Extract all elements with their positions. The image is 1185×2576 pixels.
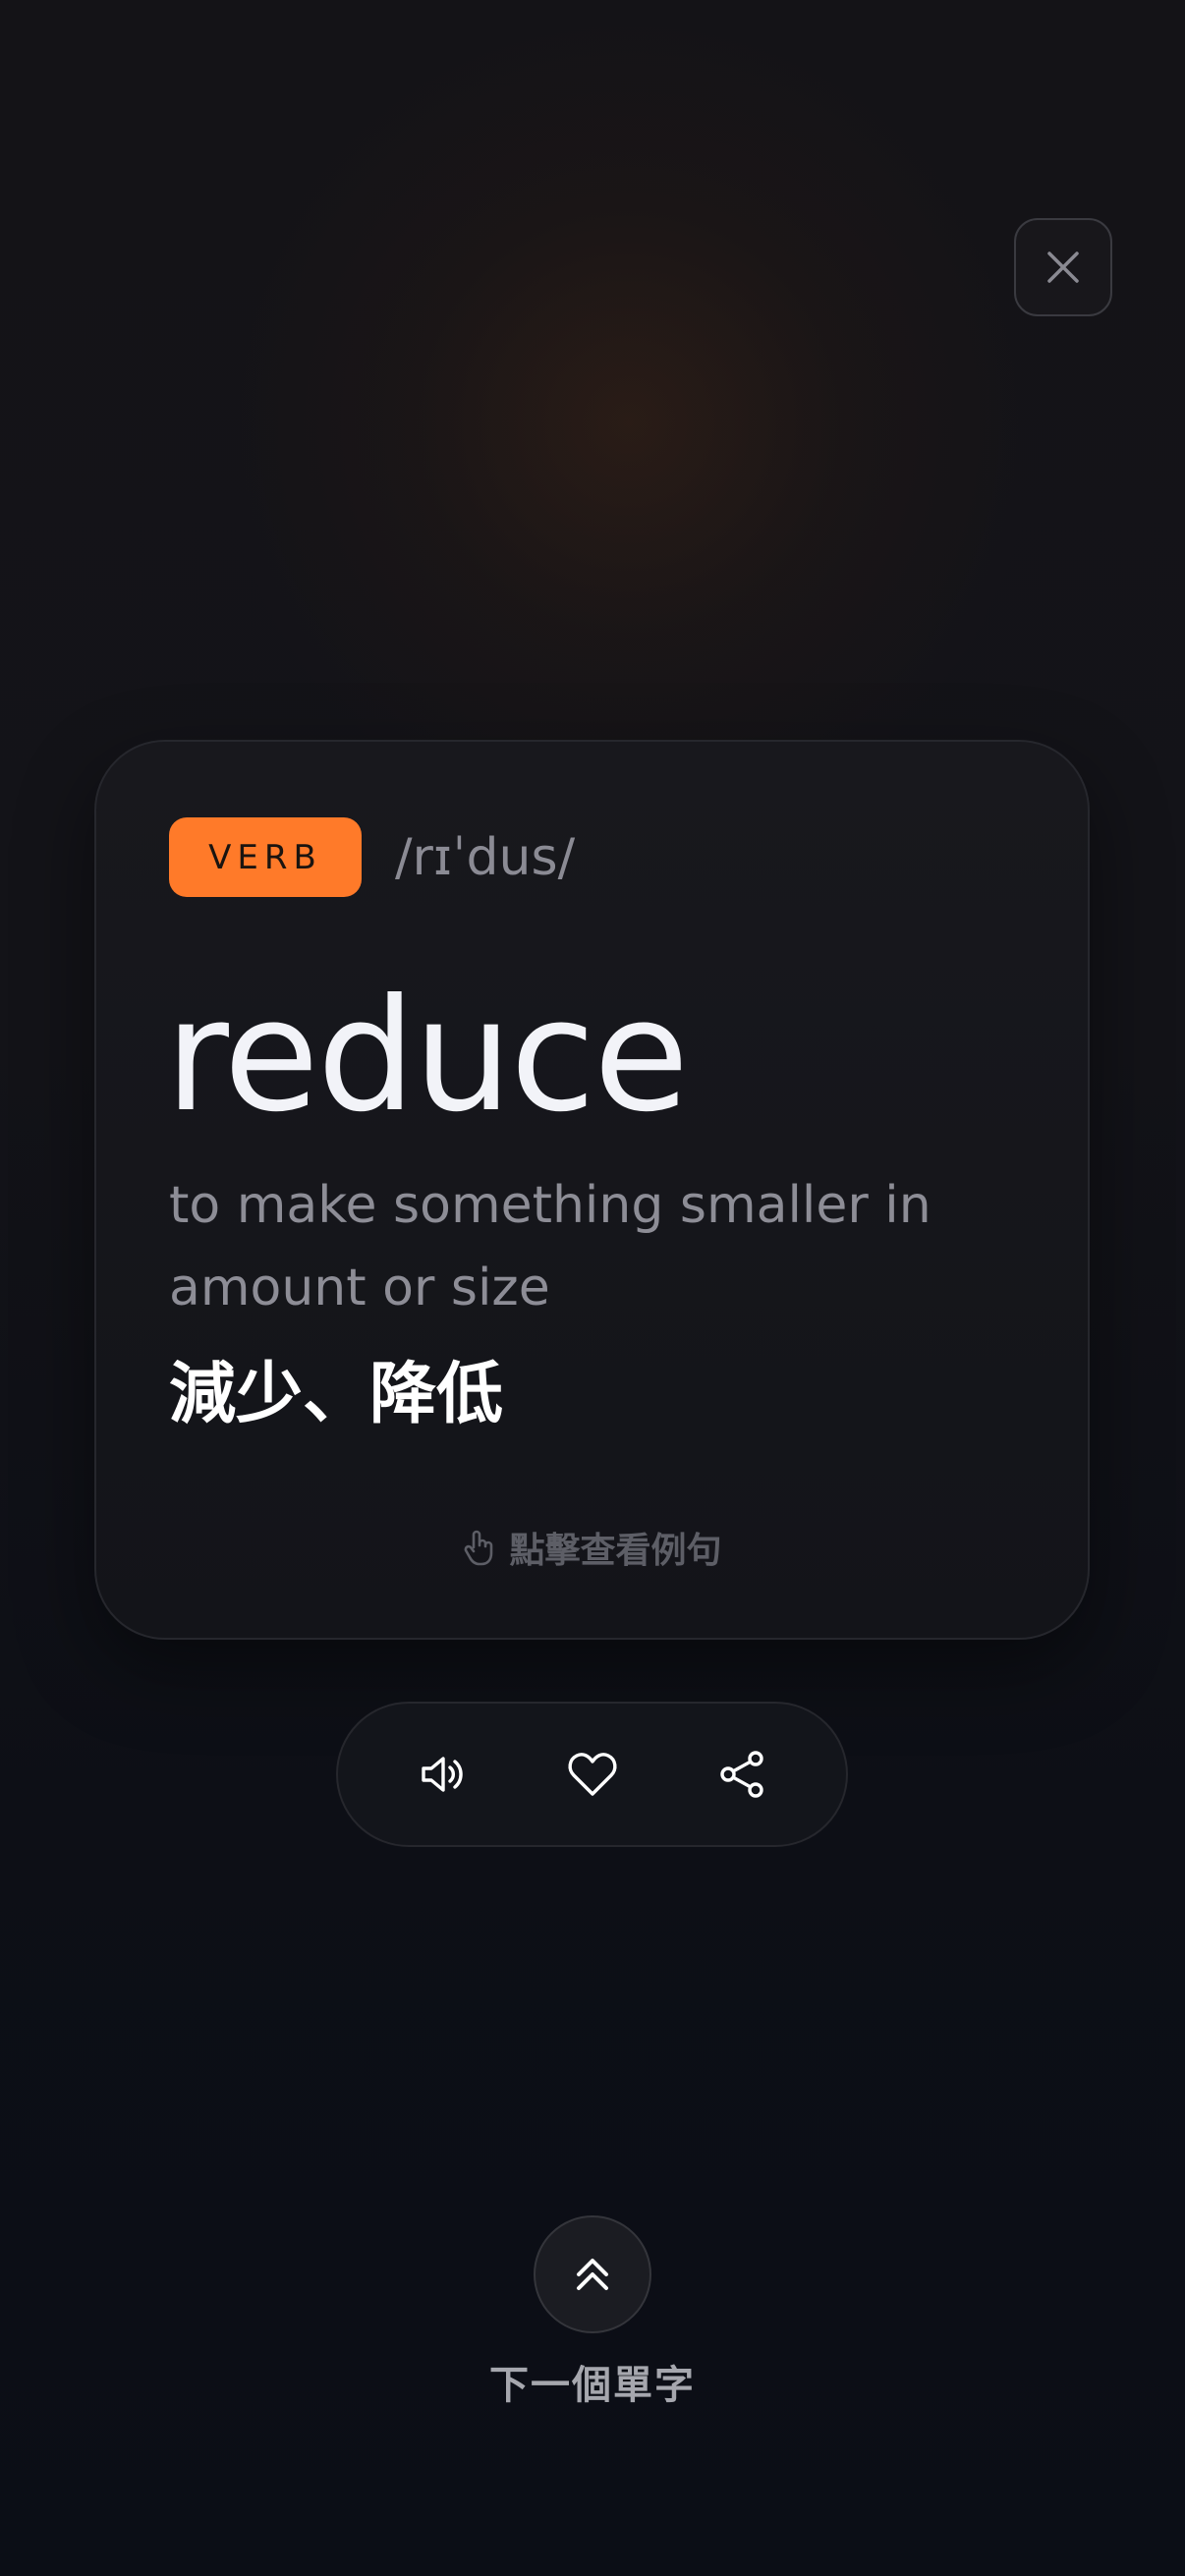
show-examples-hint[interactable]: 點擊查看例句 <box>96 1518 1088 1577</box>
speaker-icon <box>421 1757 463 1792</box>
pronounce-button[interactable] <box>416 1747 471 1802</box>
double-chevron-up-icon <box>577 2259 608 2290</box>
phonetic-text: /rɪˈdus/ <box>395 828 576 887</box>
share-button[interactable] <box>714 1747 769 1802</box>
share-icon <box>719 1751 763 1798</box>
word-card[interactable]: VERB /rɪˈdus/ reduce to make something s… <box>94 740 1090 1640</box>
close-icon <box>1047 252 1079 283</box>
close-button[interactable] <box>1014 218 1112 316</box>
heart-icon <box>568 1753 616 1796</box>
vocabulary-word: reduce <box>165 966 689 1147</box>
next-word-button[interactable] <box>534 2215 651 2333</box>
next-word-label: 下一個單字 <box>489 2363 696 2408</box>
hint-label: 點擊查看例句 <box>509 1531 722 1571</box>
part-of-speech-badge: VERB <box>169 817 362 897</box>
tap-finger-icon <box>465 1530 493 1566</box>
action-bar <box>336 1702 848 1847</box>
favorite-button[interactable] <box>565 1747 620 1802</box>
chinese-translation: 減少、降低 <box>169 1356 504 1433</box>
english-definition: to make something smaller in amount or s… <box>169 1176 931 1317</box>
